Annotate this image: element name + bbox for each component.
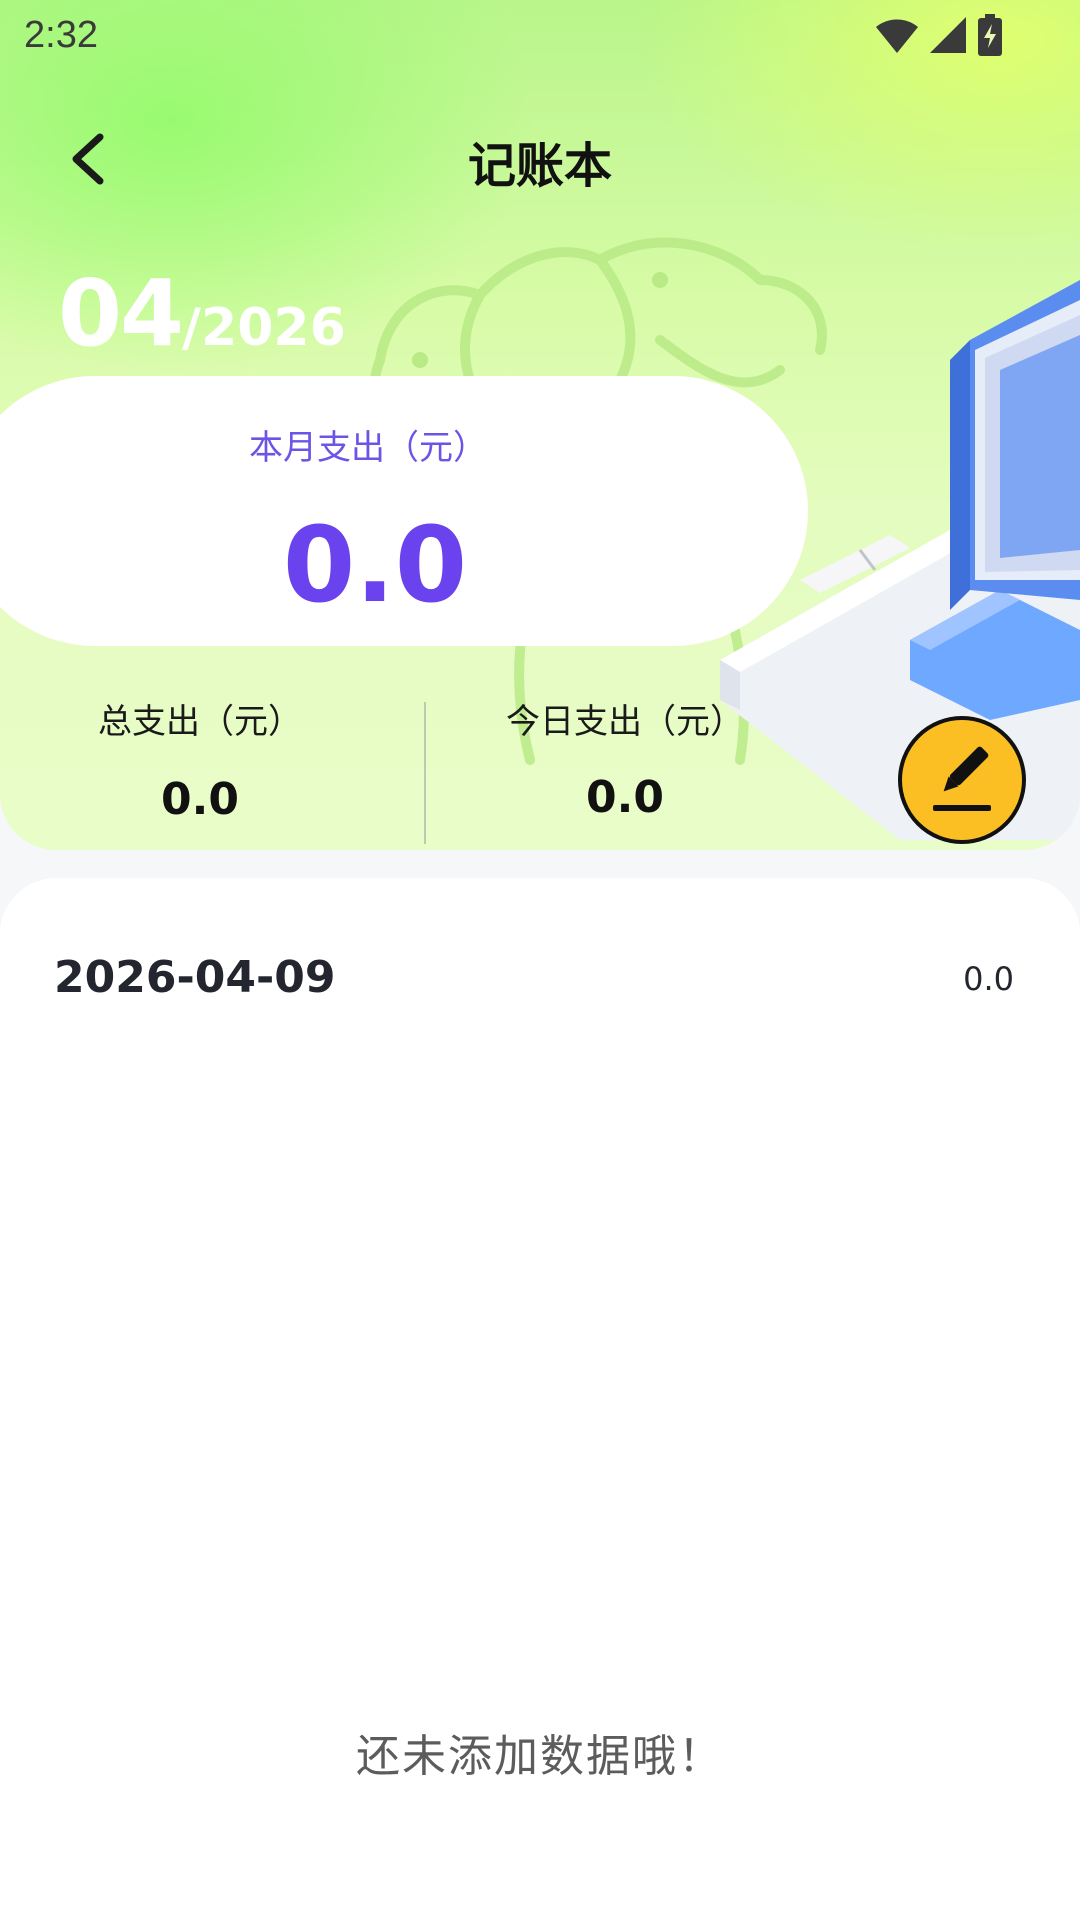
monthly-expense-card: 本月支出（元） 0.0 xyxy=(0,376,808,646)
date-separator: / xyxy=(182,298,202,358)
total-expense-label: 总支出（元） xyxy=(98,702,302,742)
date-month: 04 xyxy=(58,260,184,367)
date-year: 2026 xyxy=(201,298,346,358)
add-record-button[interactable] xyxy=(898,716,1026,844)
today-expense-label: 今日支出（元） xyxy=(506,702,744,742)
status-bar: 2:32 xyxy=(0,0,1080,74)
empty-state-message: 还未添加数据哦！ xyxy=(356,1731,724,1782)
stats-divider xyxy=(424,702,426,844)
screen: 2:32 记账本 04/2026 本月支出（元） 0.0 总支出（元） 0.0 … xyxy=(0,0,1080,1920)
current-date[interactable]: 04/2026 xyxy=(58,260,346,367)
status-icons xyxy=(874,14,1004,56)
monthly-expense-label: 本月支出（元） xyxy=(249,428,487,468)
monthly-expense-value: 0.0 xyxy=(282,504,468,626)
today-expense-value: 0.0 xyxy=(586,772,664,823)
total-expense-value: 0.0 xyxy=(161,774,239,825)
wifi-icon xyxy=(876,19,918,53)
pencil-icon xyxy=(933,746,991,811)
page-title: 记账本 xyxy=(467,138,612,194)
cellular-signal-icon xyxy=(930,17,966,53)
battery-charging-icon xyxy=(978,14,1002,56)
record-date: 2026-04-09 xyxy=(54,952,336,1003)
record-day-total: 0.0 xyxy=(963,960,1014,998)
status-time: 2:32 xyxy=(24,14,98,56)
